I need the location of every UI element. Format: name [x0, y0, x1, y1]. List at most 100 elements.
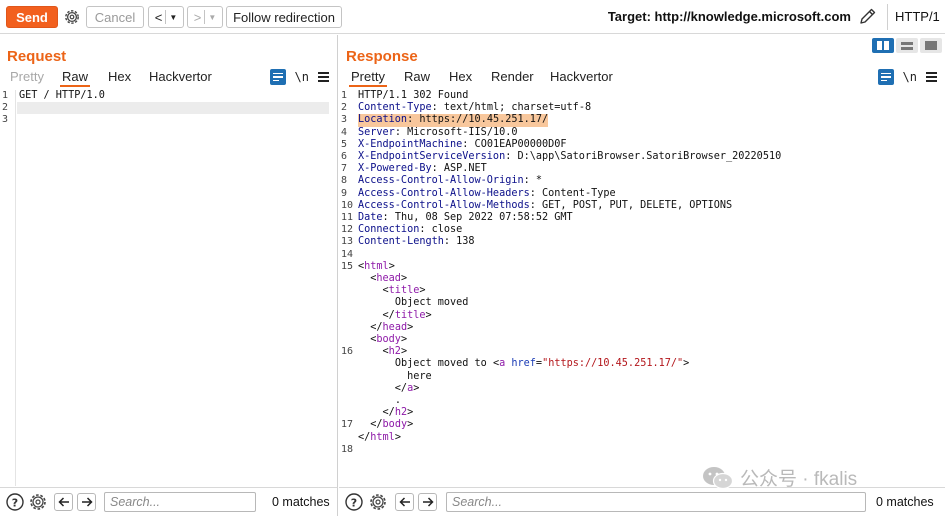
menu-icon[interactable]: [318, 72, 329, 82]
search-input[interactable]: [446, 492, 866, 512]
top-toolbar: Send Cancel < ▼ > ▼ Follow redirection Tar…: [0, 0, 945, 34]
settings-gear-icon[interactable]: [28, 492, 48, 512]
line-number: 1: [2, 90, 9, 101]
header-line: X-EndpointMachine: CO01EAP00000D0F: [358, 138, 567, 150]
header-name: Access-Control-Allow-Headers: [358, 187, 530, 199]
tab-raw[interactable]: Raw: [60, 69, 91, 87]
follow-redirection-button[interactable]: Follow redirection: [226, 6, 342, 28]
arrow-right-icon: [422, 497, 434, 507]
header-value: *: [529, 175, 543, 187]
settings-gear-icon[interactable]: [368, 492, 388, 512]
line-number: 18: [341, 443, 354, 455]
h2-open-line: <h2>: [358, 346, 408, 358]
line-number: 9: [341, 187, 348, 199]
header-name: Location: [358, 114, 408, 126]
tab-hex[interactable]: Hex: [106, 69, 133, 84]
line-number: 7: [341, 163, 348, 175]
watermark: 公众号 · fkalis: [702, 464, 857, 491]
header-name: Connection: [358, 224, 420, 236]
line-number: 13: [341, 236, 354, 248]
tab-pretty[interactable]: Pretty: [349, 69, 387, 87]
tab-hex[interactable]: Hex: [447, 69, 474, 84]
word-wrap-toggle-icon[interactable]: [877, 69, 894, 85]
h2-text: Object moved to: [394, 358, 493, 370]
request-pane: Request Pretty Raw Hex Hackvertor \n 1 2…: [0, 35, 338, 487]
header-name: Date: [358, 212, 383, 223]
body-open-line: <body>: [358, 334, 408, 345]
title-close-line: </title>: [358, 309, 432, 321]
settings-gear-icon[interactable]: [62, 6, 82, 28]
show-newlines-icon[interactable]: \n: [295, 70, 309, 84]
menu-icon[interactable]: [926, 72, 937, 82]
tab-render[interactable]: Render: [489, 69, 536, 84]
header-line: X-EndpointServiceVersion: D:\app\SatoriB…: [358, 151, 782, 162]
toolbar-divider: [887, 4, 888, 30]
response-search-bar: ? 0 matches: [339, 487, 945, 516]
single-pane-layout-icon[interactable]: [920, 38, 942, 53]
tab-pretty[interactable]: Pretty: [8, 69, 46, 84]
next-match-button[interactable]: [418, 493, 437, 511]
edit-target-pencil-icon[interactable]: [858, 6, 878, 26]
line-number: 11: [341, 212, 354, 223]
dropdown-arrow-icon: ▼: [208, 12, 217, 22]
tab-hackvertor[interactable]: Hackvertor: [548, 69, 615, 84]
header-line: Date: Thu, 08 Sep 2022 07:58:52 GMT: [358, 212, 573, 223]
forward-arrow-icon: >: [193, 9, 202, 25]
back-arrow-icon: <: [154, 9, 163, 25]
line-number: 10: [341, 199, 354, 211]
http-version-selector[interactable]: HTTP/1: [895, 9, 940, 24]
header-line: Access-Control-Allow-Origin: *: [358, 175, 543, 187]
header-value: close: [425, 224, 463, 236]
header-line: Access-Control-Allow-Headers: Content-Ty…: [358, 187, 616, 199]
header-value: CO01EAP00000D0F: [468, 138, 567, 150]
header-name: Server: [358, 126, 395, 138]
title-open-line: <title>: [358, 285, 426, 297]
header-value: D:\app\SatoriBrowser.SatoriBrowser_20220…: [511, 151, 782, 162]
tab-hackvertor[interactable]: Hackvertor: [147, 69, 214, 84]
line-number: 12: [341, 224, 354, 236]
help-icon[interactable]: ?: [5, 492, 25, 512]
split-rows-layout-icon[interactable]: [896, 38, 918, 53]
next-match-button[interactable]: [77, 493, 96, 511]
header-value: GET, POST, PUT, DELETE, OPTIONS: [535, 199, 733, 211]
line-number: 4: [341, 126, 348, 138]
line-number: 1: [341, 90, 348, 101]
match-count: 0 matches: [272, 495, 330, 509]
request-editor[interactable]: 1 2 3 GET / HTTP/1.0: [0, 90, 337, 486]
layout-toggle-group: [872, 38, 942, 53]
search-input[interactable]: [104, 492, 256, 512]
help-icon[interactable]: ?: [344, 492, 364, 512]
href-value: "https://10.45.251.17/": [542, 358, 684, 370]
previous-match-button[interactable]: [395, 493, 414, 511]
split-columns-layout-icon[interactable]: [872, 38, 894, 53]
header-value: Thu, 08 Sep 2022 07:58:52 GMT: [388, 212, 573, 223]
link-text-line: here: [358, 371, 432, 383]
dropdown-arrow-icon: ▼: [169, 12, 178, 22]
previous-match-button[interactable]: [54, 493, 73, 511]
line-number: 16: [341, 346, 354, 358]
head-open-line: <head>: [358, 273, 408, 284]
word-wrap-toggle-icon[interactable]: [269, 69, 286, 85]
tab-raw[interactable]: Raw: [402, 69, 432, 84]
show-newlines-icon[interactable]: \n: [903, 70, 917, 84]
request-line: GET / HTTP/1.0: [19, 90, 105, 101]
header-name: Access-Control-Allow-Methods: [358, 199, 530, 211]
response-editor[interactable]: 1 2 3 4 5 6 7 8 9 10 11 12 13 14 15 16 1…: [339, 90, 945, 486]
line-number: 14: [341, 248, 354, 260]
a-close-line: </a>: [358, 382, 420, 394]
title-text: Object moved: [394, 297, 469, 309]
header-line: Server: Microsoft-IIS/10.0: [358, 126, 518, 138]
target-url: Target: http://knowledge.microsoft.com: [607, 9, 851, 24]
history-back-button[interactable]: < ▼: [148, 6, 184, 28]
send-button[interactable]: Send: [6, 6, 58, 28]
h2-text-line: Object moved to <a href="https://10.45.2…: [394, 358, 690, 370]
cancel-button[interactable]: Cancel: [86, 6, 144, 28]
history-forward-button[interactable]: > ▼: [187, 6, 223, 28]
header-value: https://10.45.251.17/: [413, 114, 549, 126]
line-number: 6: [341, 151, 348, 162]
response-pane: Response Pretty Raw Hex Render Hackverto…: [339, 35, 945, 487]
arrow-left-icon: [398, 497, 410, 507]
link-text: here: [407, 370, 432, 382]
html-close-line: </html>: [358, 431, 401, 443]
header-name: X-Powered-By: [358, 163, 432, 175]
